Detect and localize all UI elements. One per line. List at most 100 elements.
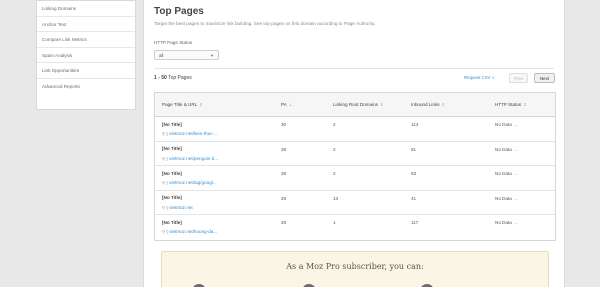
result-label: Top Pages — [168, 75, 192, 81]
pa-cell: 29 — [281, 195, 287, 201]
http-status-select[interactable]: all ▼ — [154, 50, 219, 60]
request-csv-link[interactable]: Request CSV⇩ — [464, 75, 495, 80]
sidebar-item-link-opportunities[interactable]: Link Opportunities — [37, 63, 135, 79]
magnifier-icon[interactable]: ⚲ — [162, 156, 165, 161]
inbound-cell: 41 — [411, 195, 417, 201]
http-status-cell: No Data ⌄ — [495, 196, 517, 201]
header-lrd-label: Linking Root Domains — [333, 102, 378, 107]
table-row: [No Title] ⚲▯vietmoz.net/huong-da... 28 … — [155, 215, 555, 240]
table-row: [No Title] ⚲▯vietmoz.net/tag/googl... 29… — [155, 166, 555, 191]
page-icon[interactable]: ▯ — [166, 180, 168, 185]
page-title-cell: [No Title] — [162, 219, 182, 225]
sidebar-item-advanced-reports[interactable]: Advanced Reports — [37, 79, 135, 95]
page-title-cell: [No Title] — [162, 170, 182, 176]
filter-label: HTTP Page Status — [154, 40, 193, 45]
chevron-down-icon: ▼ — [210, 53, 214, 58]
page-title-cell: [No Title] — [162, 121, 182, 127]
promo-title: As a Moz Pro subscriber, you can: — [286, 262, 424, 271]
page-title-cell: [No Title] — [162, 146, 182, 152]
sort-icon: ⇕ — [379, 103, 384, 107]
lrd-cell: 2 — [333, 122, 336, 127]
header-pa-label: PA — [281, 102, 287, 107]
page-icon[interactable]: ▯ — [166, 156, 168, 161]
page-url: vietmoz.net/huong-da... — [169, 229, 218, 235]
lrd-cell: 2 — [333, 146, 336, 152]
table-row: [No Title] ⚲▯vietmoz.net/penguin-d... 29… — [155, 142, 555, 167]
top-pages-table: Page Title & URL ⇕ PA ⇣ Linking Root Domai… — [154, 92, 556, 241]
page-url-link[interactable]: ⚲▯vietmoz.net/penguin-d... — [162, 156, 218, 161]
http-status-value: No Data — [495, 195, 512, 201]
page-url-link[interactable]: ⚲▯vietmoz.net/huong-da... — [162, 229, 217, 234]
request-csv-label: Request CSV — [464, 75, 491, 80]
sort-icon: ⇕ — [199, 103, 203, 107]
magnifier-icon[interactable]: ⚲ — [162, 180, 165, 185]
sidebar-nav: Linking Domains Anchor Text Compare Link… — [36, 0, 136, 110]
page-url: vietmoz.net/tag/googl... — [169, 180, 217, 186]
magnifier-icon[interactable]: ⚲ — [162, 131, 165, 136]
http-status-select-value: all — [159, 53, 164, 58]
subscriber-promo: As a Moz Pro subscriber, you can: — [161, 251, 549, 287]
http-status-value: No Data — [495, 146, 512, 152]
lrd-cell: 2 — [333, 171, 336, 177]
http-status-cell: No Data ⌄ — [495, 171, 517, 176]
info-icon: ⌄ — [513, 172, 518, 177]
table-row: [No Title] ⚲▯vietmoz.net 29 13 41 No Dat… — [155, 191, 555, 216]
result-count: 1 - 50 Top Pages — [154, 75, 192, 81]
sidebar-item-spam-analysis[interactable]: Spam Analysis — [37, 48, 135, 63]
header-title-url-label: Page Title & URL — [162, 102, 198, 107]
sort-icon: ⇣ — [288, 103, 292, 107]
header-title-url[interactable]: Page Title & URL ⇕ — [162, 93, 202, 117]
sidebar-item-linking-domains[interactable]: Linking Domains — [37, 1, 135, 17]
result-range: 1 - 50 — [154, 75, 167, 81]
http-status-cell: No Data ⌄ — [495, 147, 517, 152]
prev-button[interactable]: Prev — [509, 73, 528, 83]
pa-cell: 29 — [281, 146, 287, 152]
page-title: Top Pages — [154, 6, 204, 17]
info-icon: ⌄ — [513, 123, 518, 127]
http-status-value: No Data — [495, 122, 512, 127]
page-icon[interactable]: ▯ — [166, 205, 168, 210]
header-inbound-links[interactable]: Inbound Links ⇕ — [411, 93, 445, 117]
sidebar-item-compare-link-metrics[interactable]: Compare Link Metrics — [37, 32, 135, 48]
page-url: vietmoz.net/penguin-d... — [169, 155, 219, 161]
header-inbound-label: Inbound Links — [411, 102, 440, 107]
table-row: [No Title] ⚲▯vietmoz.net/kien-thuc-... 3… — [155, 117, 555, 142]
sort-icon: ⇕ — [523, 103, 527, 107]
inbound-cell: 81 — [411, 146, 417, 152]
page-icon[interactable]: ▯ — [166, 229, 168, 234]
inbound-cell: 114 — [411, 122, 419, 127]
header-http-status[interactable]: HTTP Status ⇕ — [495, 93, 526, 117]
http-status-cell: No Data ⌄ — [495, 122, 517, 127]
table-header: Page Title & URL ⇕ PA ⇣ Linking Root Domai… — [155, 93, 555, 117]
page-icon[interactable]: ▯ — [166, 131, 168, 136]
page-url: vietmoz.net/kien-thuc-... — [169, 131, 218, 136]
info-icon: ⌄ — [513, 196, 518, 201]
http-status-value: No Data — [495, 220, 512, 226]
sidebar-item-anchor-text[interactable]: Anchor Text — [37, 17, 135, 32]
sort-icon: ⇕ — [441, 103, 445, 107]
inbound-cell: 63 — [411, 171, 417, 177]
lrd-cell: 13 — [333, 195, 339, 201]
info-icon: ⌄ — [513, 221, 518, 226]
info-icon: ⌄ — [513, 147, 518, 152]
divider — [154, 68, 554, 69]
magnifier-icon[interactable]: ⚲ — [162, 205, 165, 210]
pa-cell: 28 — [281, 220, 287, 226]
http-status-value: No Data — [495, 171, 512, 177]
header-linking-root-domains[interactable]: Linking Root Domains ⇕ — [333, 93, 383, 117]
page-url-link[interactable]: ⚲▯vietmoz.net/tag/googl... — [162, 180, 217, 185]
pa-cell: 29 — [281, 171, 287, 177]
page-title-cell: [No Title] — [162, 195, 182, 201]
page-url-link[interactable]: ⚲▯vietmoz.net/kien-thuc-... — [162, 131, 218, 136]
page-subtitle: Target the best pages to maximize link b… — [154, 21, 376, 26]
inbound-cell: 117 — [411, 220, 419, 226]
page-url-link[interactable]: ⚲▯vietmoz.net — [162, 205, 193, 210]
http-status-cell: No Data ⌄ — [495, 220, 517, 225]
lrd-cell: 1 — [333, 220, 336, 226]
main-panel: Top Pages Target the best pages to maxim… — [143, 0, 565, 287]
page-url: vietmoz.net — [169, 204, 193, 210]
download-icon: ⇩ — [491, 75, 495, 80]
magnifier-icon[interactable]: ⚲ — [162, 229, 165, 234]
next-button[interactable]: Next — [534, 73, 555, 83]
header-pa[interactable]: PA ⇣ — [281, 93, 292, 117]
